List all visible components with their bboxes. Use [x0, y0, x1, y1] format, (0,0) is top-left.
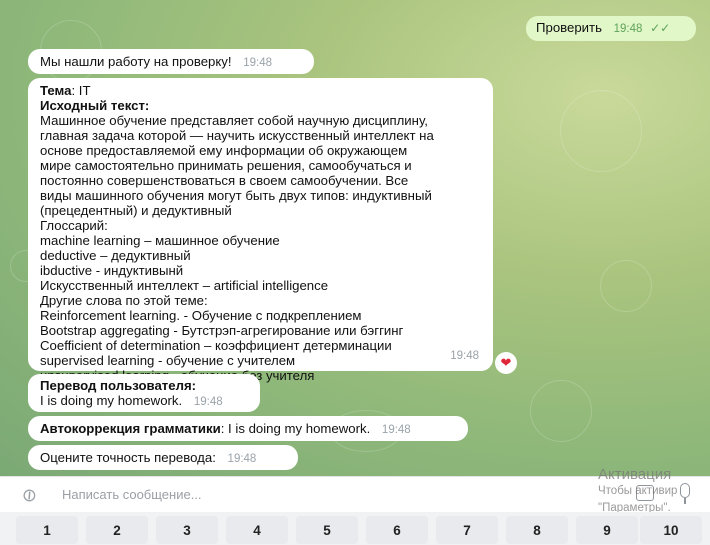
task-line: виды машинного обучения могут быть двух … [40, 188, 432, 203]
task-topic-line: Тема: IT [40, 83, 481, 98]
keyboard-button-6[interactable]: 6 [366, 516, 428, 544]
keyboard-button-2[interactable]: 2 [86, 516, 148, 544]
microphone-icon[interactable] [680, 483, 690, 498]
translation-label: Перевод пользователя: [40, 378, 197, 393]
keyboard-button-1[interactable]: 1 [16, 516, 78, 544]
message-task[interactable]: Тема: IT Исходный текст: Машинное обучен… [28, 78, 493, 383]
rate-time: 19:48 [227, 453, 257, 465]
task-line: Машинное обучение представляет собой нау… [40, 113, 428, 128]
task-line: Искусственный интеллект – artificial int… [40, 278, 329, 293]
task-line: supervised learning - обучение с учителе… [40, 353, 296, 368]
message-rate[interactable]: Оцените точность перевода: 19:48 [28, 445, 298, 470]
heart-icon[interactable]: ❤ [495, 352, 517, 374]
autocorrection-text: : I is doing my homework. [220, 421, 371, 436]
task-line: постоянно совершенствоваться в своем сам… [40, 173, 409, 188]
task-line: Reinforcement learning. - Обучение с под… [40, 308, 362, 323]
message-found-text: Мы нашли работу на проверку! [40, 54, 232, 69]
task-source-label: Исходный текст [40, 98, 145, 113]
task-line: основе предоставляемой ему информации об… [40, 143, 408, 158]
task-line: Bootstrap aggregating - Бутстрэп-агрегир… [40, 323, 404, 338]
outgoing-text: Проверить [536, 20, 602, 35]
reply-keyboard: 1 2 3 4 5 6 7 8 9 10 [0, 512, 710, 545]
keyboard-button-3[interactable]: 3 [156, 516, 218, 544]
task-line: Глоссарий: [40, 218, 108, 233]
task-line: ibductive - индуктивынй [40, 263, 184, 278]
keyboard-button-4[interactable]: 4 [226, 516, 288, 544]
rate-text: Оцените точность перевода: [40, 450, 216, 465]
message-user-translation[interactable]: Перевод пользователя: I is doing my home… [28, 374, 260, 412]
keyboard-button-5[interactable]: 5 [296, 516, 358, 544]
keyboard-button-9[interactable]: 9 [576, 516, 638, 544]
keyboard-button-7[interactable]: 7 [436, 516, 498, 544]
message-input[interactable]: Написать сообщение... [62, 487, 202, 502]
task-source-line: Исходный текст: [40, 98, 481, 113]
double-check-icon: ✓✓ [650, 21, 671, 35]
task-line: главная задача которой — научить искусст… [40, 128, 434, 143]
message-autocorrection[interactable]: Автокоррекция грамматики: I is doing my … [28, 416, 468, 441]
task-line: Coefficient of determination – коэффицие… [40, 338, 392, 353]
outgoing-message[interactable]: Проверить 19:48 ✓✓ [526, 16, 696, 41]
task-topic-label: Тема [40, 83, 72, 98]
task-topic-value: : IT [71, 83, 91, 98]
translation-text: I is doing my homework. [40, 393, 183, 408]
keyboard-icon[interactable] [636, 485, 654, 501]
message-task-time: 19:48 [450, 350, 479, 362]
chat-background: Проверить 19:48 ✓✓ Мы нашли работу на пр… [0, 0, 710, 476]
translation-time: 19:48 [193, 396, 223, 408]
task-line: Другие слова по этой теме: [40, 293, 208, 308]
task-line: мире самостоятельно принимать решения, с… [40, 158, 412, 173]
message-found-time: 19:48 [243, 57, 273, 69]
paperclip-icon[interactable]: ⊘ [17, 483, 42, 509]
task-source-colon: : [144, 98, 150, 113]
microphone-stem [684, 498, 686, 504]
outgoing-time: 19:48 [613, 23, 643, 35]
message-input-bar: ⊘ Написать сообщение... [0, 476, 710, 512]
task-line: machine learning – машинное обучение [40, 233, 280, 248]
task-line: deductive – дедуктивный [40, 248, 191, 263]
message-found[interactable]: Мы нашли работу на проверку! 19:48 [28, 49, 314, 74]
autocorrection-time: 19:48 [381, 424, 411, 436]
keyboard-button-10[interactable]: 10 [640, 516, 702, 544]
task-line: (прецедентный) и дедуктивный [40, 203, 232, 218]
autocorrection-label: Автокоррекция грамматики [40, 421, 221, 436]
keyboard-button-8[interactable]: 8 [506, 516, 568, 544]
